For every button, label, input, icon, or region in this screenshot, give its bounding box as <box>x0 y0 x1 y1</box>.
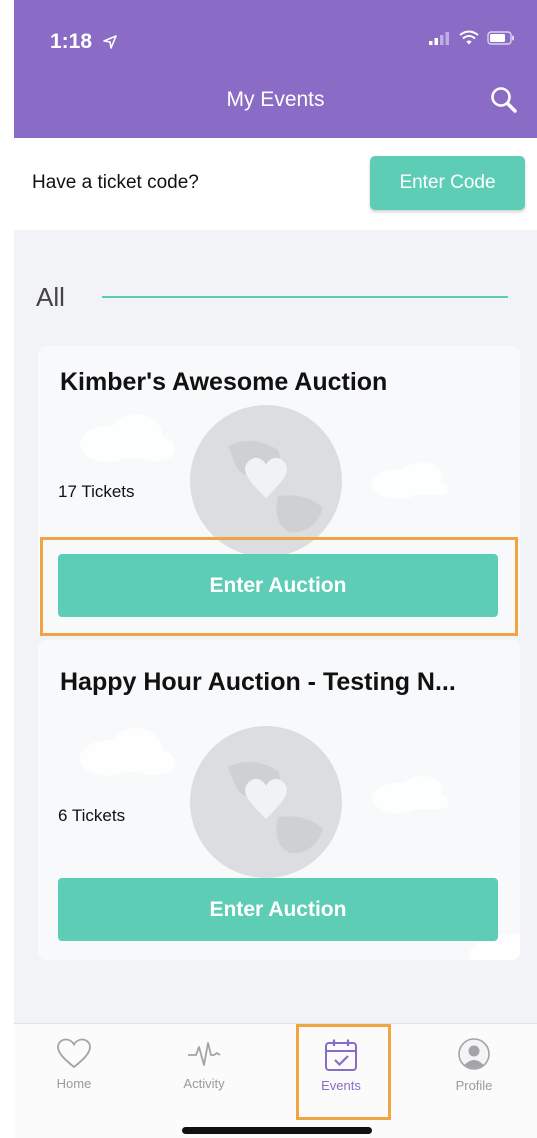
home-indicator <box>182 1127 372 1134</box>
tab-activity[interactable]: Activity <box>154 1038 254 1091</box>
enter-auction-button[interactable]: Enter Auction <box>58 878 498 941</box>
section-divider <box>102 296 508 298</box>
status-icons <box>429 30 515 45</box>
event-title: Kimber's Awesome Auction <box>60 368 388 396</box>
event-title: Happy Hour Auction - Testing N... <box>60 668 456 696</box>
signal-icon <box>429 31 449 45</box>
wifi-icon <box>459 30 479 45</box>
tab-profile[interactable]: Profile <box>424 1038 524 1093</box>
tab-home-label: Home <box>56 1076 92 1091</box>
tab-home[interactable]: Home <box>24 1038 124 1091</box>
tab-activity-label: Activity <box>183 1076 225 1091</box>
pulse-icon <box>188 1042 221 1066</box>
ticket-code-label: Have a ticket code? <box>32 172 199 193</box>
section-label: All <box>36 282 65 312</box>
status-time-text: 1:18 <box>50 30 93 53</box>
search-icon <box>491 87 517 113</box>
enter-auction-highlight <box>40 537 518 636</box>
user-icon <box>458 1038 490 1070</box>
battery-icon <box>487 30 514 45</box>
ticket-count: 17 Tickets <box>58 482 135 501</box>
event-card[interactable]: Happy Hour Auction - Testing N... 6 Tick… <box>38 640 520 960</box>
screen: 1:18 My Events Have a ticket code? Enter… <box>0 0 537 1138</box>
tab-bar: Home Activity Events Profile <box>14 1023 537 1138</box>
header-bar: 1:18 My Events <box>14 0 537 138</box>
ticket-count: 6 Tickets <box>58 806 126 825</box>
enter-code-button[interactable]: Enter Code <box>370 156 525 210</box>
events-tab-highlight <box>296 1024 391 1120</box>
status-time: 1:18 <box>50 30 118 54</box>
heart-icon <box>57 1038 91 1069</box>
search-button[interactable] <box>487 84 521 118</box>
page-title: My Events <box>226 88 325 111</box>
location-arrow-icon <box>103 35 117 49</box>
ticket-code-row: Have a ticket code? Enter Code <box>0 138 537 230</box>
tab-profile-label: Profile <box>455 1078 493 1093</box>
